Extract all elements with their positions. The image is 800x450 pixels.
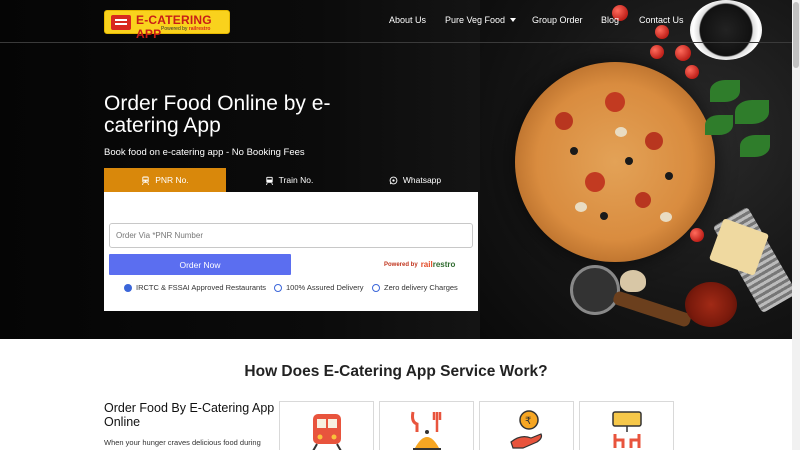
nav-about-us[interactable]: About Us <box>389 15 426 25</box>
mushroom-image <box>620 270 646 292</box>
chevron-down-icon <box>510 18 517 22</box>
feature-label: Zero delivery Charges <box>384 283 458 292</box>
nav-group-order[interactable]: Group Order <box>532 15 583 25</box>
tab-whatsapp-label: Whatsapp <box>402 175 442 185</box>
sauce-bowl-image <box>685 282 737 327</box>
feature-item: IRCTC & FSSAI Approved Restaurants <box>124 283 266 292</box>
tab-train-no-label: Train No. <box>278 175 314 185</box>
top-navbar: E-CATERING APP Powered by railrestro Abo… <box>0 0 792 43</box>
pizza-cutter-image <box>570 265 620 315</box>
logo-icon <box>111 15 131 30</box>
step-card-seat-delivery <box>579 401 674 450</box>
svg-text:₹: ₹ <box>525 416 531 427</box>
site-logo[interactable]: E-CATERING APP Powered by railrestro <box>104 10 230 41</box>
hero-subtitle: Book food on e-catering app - No Booking… <box>104 147 305 158</box>
railrestro-logo: railrestro <box>420 260 456 269</box>
tab-pnr-label: PNR No. <box>155 175 189 185</box>
tab-pnr[interactable]: PNR No. <box>104 168 226 192</box>
check-badge-icon <box>124 283 132 292</box>
feature-label: 100% Assured Delivery <box>286 283 364 292</box>
train-icon <box>312 414 342 450</box>
step-card-train <box>279 401 374 450</box>
feature-item: Zero delivery Charges <box>372 283 458 292</box>
order-form-card: Order Via *PNR Number Order Now Powered … <box>104 192 478 311</box>
powered-by-label: Powered by <box>384 261 418 268</box>
order-food-description: When your hunger craves delicious food d… <box>104 438 261 447</box>
magnifier-icon <box>372 283 380 292</box>
feature-item: 100% Assured Delivery <box>274 283 364 292</box>
tab-train-no[interactable]: Train No. <box>226 168 352 192</box>
step-card-payment: ₹ <box>479 401 574 450</box>
train-front-icon <box>265 176 273 185</box>
order-food-heading: Order Food By E-Catering App Online <box>104 401 275 429</box>
food-serving-icon <box>411 411 442 450</box>
scrollbar-thumb[interactable] <box>793 2 799 68</box>
order-now-button[interactable]: Order Now <box>109 254 291 275</box>
payment-hand-icon: ₹ <box>510 410 543 449</box>
tab-whatsapp[interactable]: Whatsapp <box>352 168 478 192</box>
nav-contact-us[interactable]: Contact Us <box>639 15 684 25</box>
hero-title: Order Food Online by e-catering App <box>104 92 331 137</box>
clock-icon <box>274 283 282 292</box>
page-scrollbar[interactable] <box>792 0 800 450</box>
powered-by-railrestro: Powered by railrestro <box>384 260 455 269</box>
step-card-food <box>379 401 474 450</box>
whatsapp-icon <box>389 176 398 184</box>
nav-pure-veg-food[interactable]: Pure Veg Food <box>445 15 517 25</box>
logo-subtitle: Powered by railrestro <box>161 26 211 32</box>
pnr-input[interactable]: Order Via *PNR Number <box>109 223 473 248</box>
nav-blog[interactable]: Blog <box>601 15 619 25</box>
seat-delivery-icon <box>612 411 642 448</box>
feature-label: IRCTC & FSSAI Approved Restaurants <box>136 283 267 292</box>
section-title: How Does E-Catering App Service Work? <box>244 363 548 380</box>
train-icon <box>142 175 150 185</box>
pizza-image <box>515 62 715 262</box>
